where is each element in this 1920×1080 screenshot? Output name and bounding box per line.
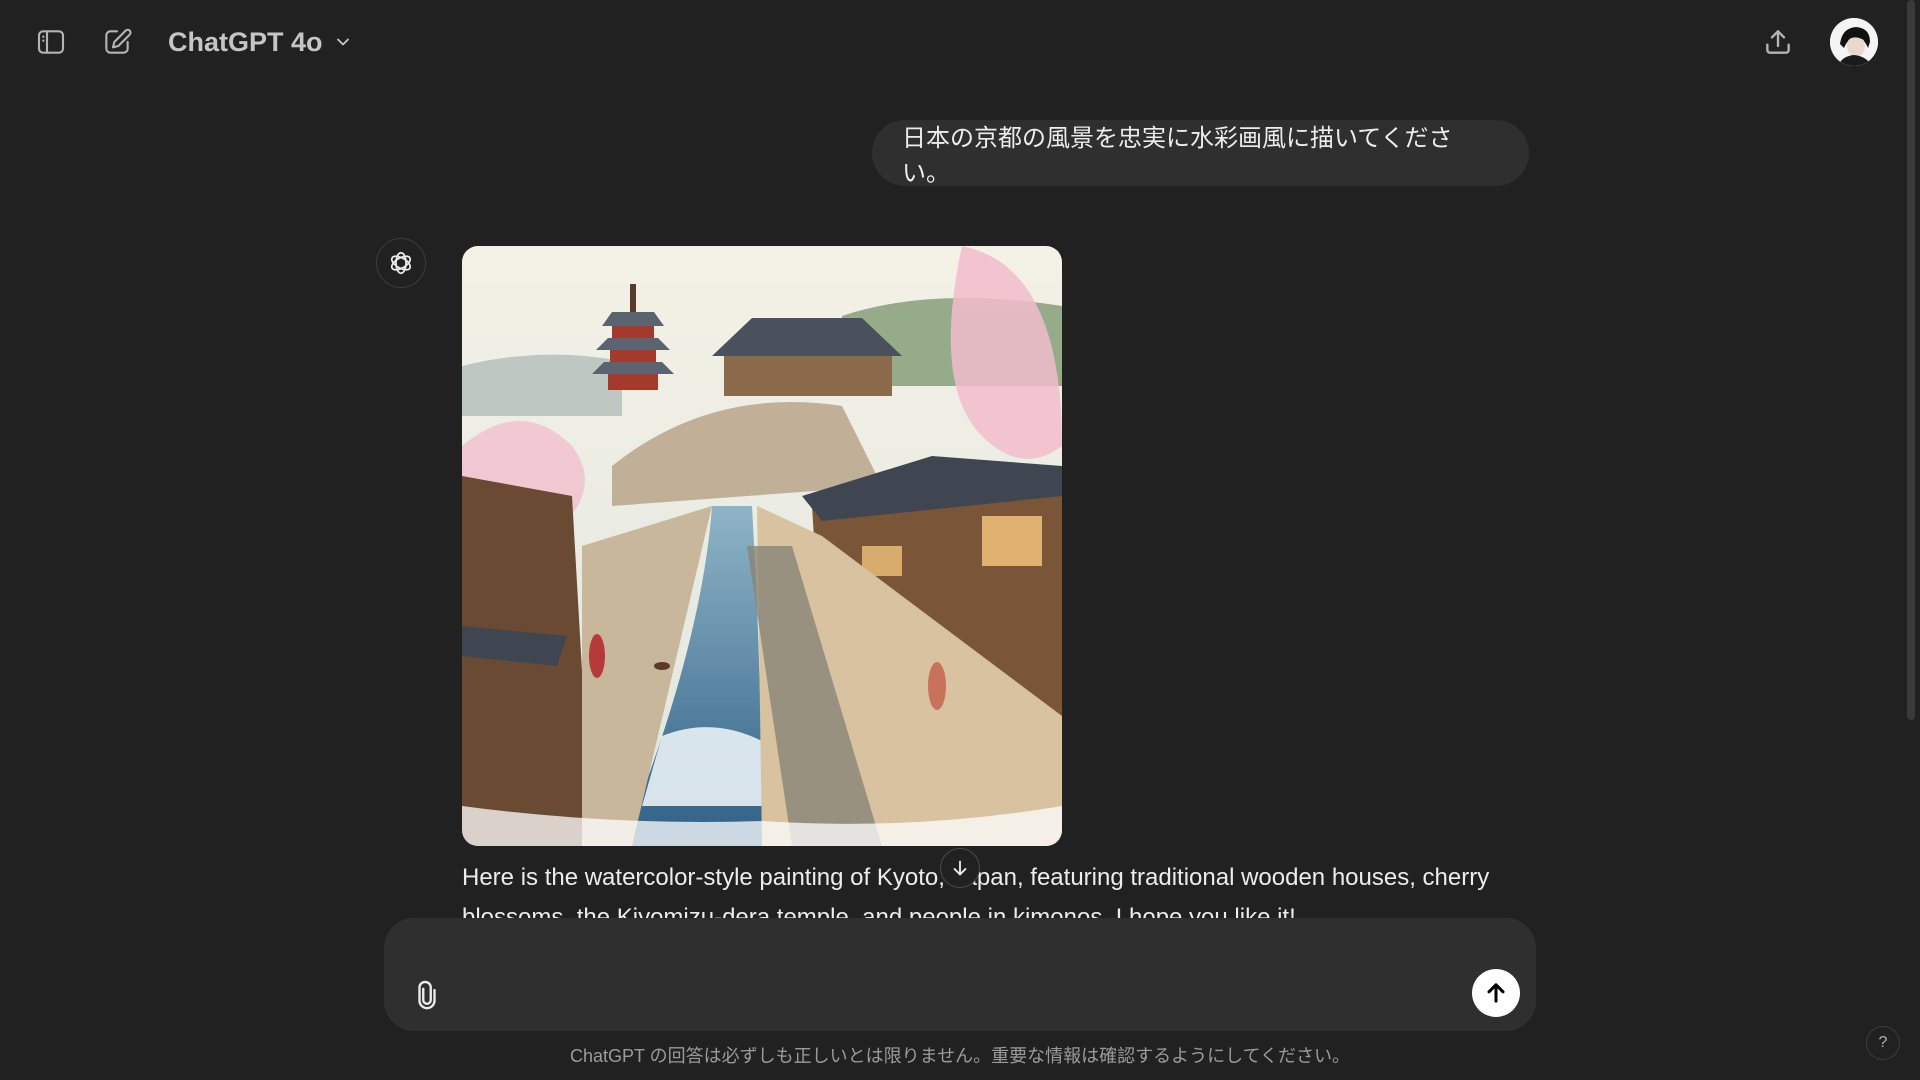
sidebar-toggle-icon — [37, 30, 65, 54]
disclaimer-text: ChatGPT の回答は必ずしも正しいとは限りません。重要な情報は確認するように… — [569, 1046, 1351, 1066]
attach-file-button[interactable] — [405, 973, 449, 1017]
generated-image[interactable] — [462, 246, 1062, 846]
arrow-down-icon — [953, 860, 967, 876]
send-button[interactable] — [1472, 969, 1520, 1017]
user-message-bubble: 日本の京都の風景を忠実に水彩画風に描いてください。 — [872, 120, 1529, 187]
scrollbar[interactable] — [1907, 0, 1915, 720]
help-button[interactable]: ? — [1866, 1026, 1900, 1060]
scroll-to-bottom-button[interactable] — [940, 848, 980, 888]
user-message-text: 日本の京都の風景を忠実に水彩画風に描いてください。 — [902, 125, 1453, 187]
sidebar-toggle-button[interactable] — [29, 20, 73, 64]
assistant-message: Here is the watercolor-style painting of… — [462, 858, 1522, 920]
assistant-message-text: Here is the watercolor-style painting of… — [462, 864, 1490, 920]
message-input[interactable] — [464, 938, 1388, 976]
share-icon — [1766, 30, 1790, 54]
model-selector[interactable]: ChatGPT 4o — [168, 22, 353, 62]
arrow-up-icon — [1487, 983, 1505, 1003]
kyoto-watercolor-painting — [462, 246, 1062, 846]
paperclip-icon — [418, 980, 436, 1010]
share-button[interactable] — [1756, 20, 1800, 64]
avatar-image — [1830, 18, 1878, 66]
message-composer — [384, 918, 1536, 1031]
new-chat-button[interactable] — [95, 20, 139, 64]
model-name: ChatGPT 4o — [168, 26, 323, 57]
new-chat-icon — [105, 28, 132, 54]
user-avatar[interactable] — [1830, 18, 1878, 66]
openai-logo-icon — [390, 251, 412, 275]
chevron-down-icon — [336, 38, 349, 46]
assistant-avatar — [376, 238, 426, 288]
top-bar: ChatGPT 4o — [0, 0, 1920, 84]
